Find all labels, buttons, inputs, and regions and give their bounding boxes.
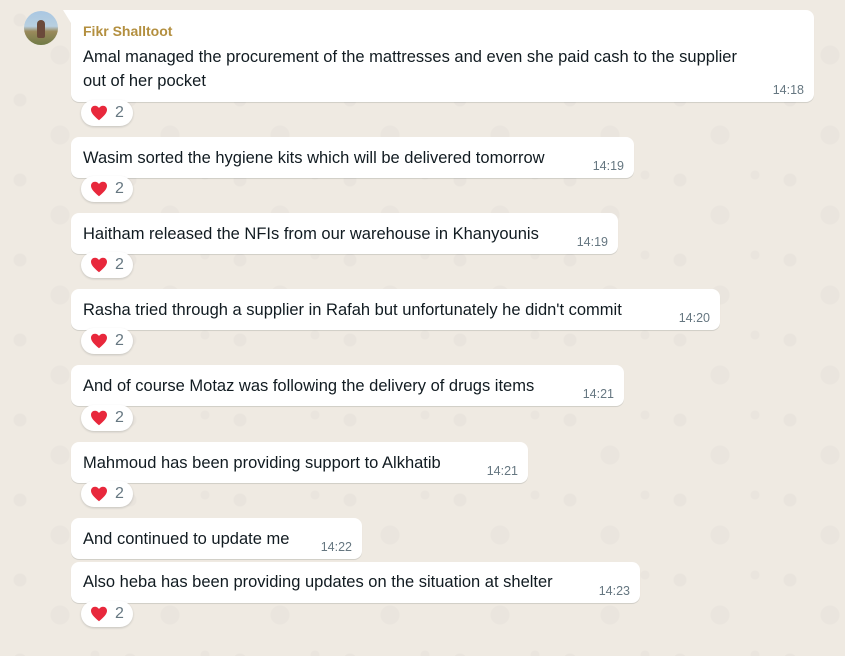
reaction-pill[interactable]: 2	[81, 601, 133, 627]
heart-icon	[91, 105, 107, 121]
message-timestamp: 14:21	[486, 464, 518, 478]
message-bubble[interactable]: And of course Motaz was following the de…	[71, 365, 624, 406]
message-text-line: Rasha tried through a supplier in Rafah …	[83, 301, 622, 319]
reaction-pill[interactable]: 2	[81, 100, 133, 126]
message-timestamp: 14:19	[592, 159, 624, 173]
message-timestamp: 14:20	[678, 311, 710, 325]
message-text-line: And of course Motaz was following the de…	[83, 377, 535, 395]
reaction-count: 2	[115, 605, 124, 622]
reaction-pill[interactable]: 2	[81, 405, 133, 431]
avatar-photo	[37, 20, 45, 38]
message-timestamp: 14:19	[576, 235, 608, 249]
reaction-pill[interactable]: 2	[81, 252, 133, 278]
reaction-pill[interactable]: 2	[81, 176, 133, 202]
heart-icon	[91, 333, 107, 349]
message-bubble[interactable]: Also heba has been providing updates on …	[71, 562, 640, 603]
reaction-count: 2	[115, 409, 124, 426]
message-timestamp: 14:21	[582, 387, 614, 401]
reaction-pill[interactable]: 2	[81, 328, 133, 354]
message-bubble[interactable]: Wasim sorted the hygiene kits which will…	[71, 137, 634, 178]
heart-icon	[91, 486, 107, 502]
message-text-line: Haitham released the NFIs from our wareh…	[83, 225, 539, 243]
reaction-count: 2	[115, 256, 124, 273]
reaction-count: 2	[115, 332, 124, 349]
heart-icon	[91, 410, 107, 426]
message-text-line: Also heba has been providing updates on …	[83, 573, 553, 591]
reaction-pill[interactable]: 2	[81, 481, 133, 507]
message-bubble[interactable]: And continued to update me 14:22	[71, 518, 362, 559]
message-bubble[interactable]: Rasha tried through a supplier in Rafah …	[71, 289, 720, 330]
sender-name[interactable]: Fikr Shalltoot	[83, 22, 172, 40]
message-timestamp: 14:18	[772, 83, 804, 97]
heart-icon	[91, 606, 107, 622]
message-text-line: out of her pocket	[83, 72, 206, 90]
heart-icon	[91, 181, 107, 197]
sender-avatar[interactable]	[24, 11, 58, 45]
message-bubble[interactable]: Fikr Shalltoot Amal managed the procurem…	[63, 10, 814, 102]
message-bubble[interactable]: Mahmoud has been providing support to Al…	[71, 442, 528, 483]
message-text-line: Wasim sorted the hygiene kits which will…	[83, 149, 545, 167]
reaction-count: 2	[115, 485, 124, 502]
message-text-line: Amal managed the procurement of the matt…	[83, 48, 737, 66]
message-text-line: Mahmoud has been providing support to Al…	[83, 454, 441, 472]
reaction-count: 2	[115, 104, 124, 121]
message-bubble[interactable]: Haitham released the NFIs from our wareh…	[71, 213, 618, 254]
heart-icon	[91, 257, 107, 273]
message-timestamp: 14:23	[598, 584, 630, 598]
reaction-count: 2	[115, 180, 124, 197]
message-timestamp: 14:22	[320, 540, 352, 554]
message-text-line: And continued to update me	[83, 530, 290, 548]
